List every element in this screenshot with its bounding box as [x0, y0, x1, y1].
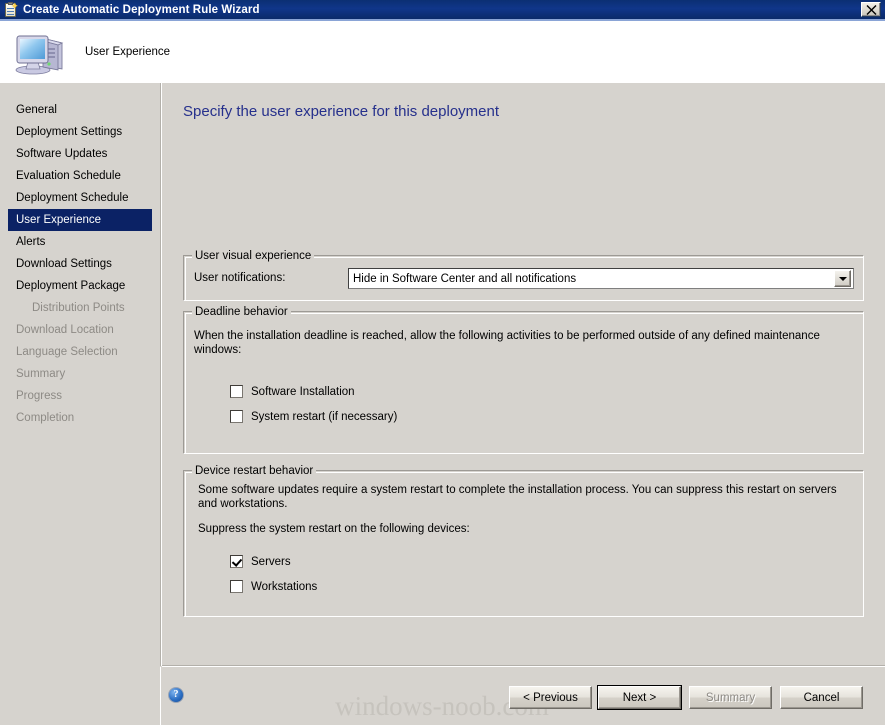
- workstations-label: Workstations: [251, 580, 318, 593]
- software-installation-checkbox-row[interactable]: Software Installation: [230, 385, 355, 398]
- wizard-content: Specify the user experience for this dep…: [162, 83, 885, 666]
- header-title: User Experience: [85, 45, 171, 58]
- summary-button: Summary: [689, 686, 772, 709]
- titlebar: ✦ Create Automatic Deployment Rule Wizar…: [0, 0, 885, 21]
- sidebar-item-deployment-package[interactable]: Deployment Package: [8, 275, 152, 297]
- deadline-behavior-group: Deadline behavior When the installation …: [183, 306, 864, 454]
- wizard-header: User Experience: [0, 21, 885, 83]
- deadline-behavior-description: When the installation deadline is reache…: [194, 330, 820, 356]
- close-icon: [866, 5, 876, 15]
- sidebar-item-summary: Summary: [16, 368, 66, 380]
- sidebar-item-software-updates[interactable]: Software Updates: [8, 143, 152, 165]
- user-notifications-label: User notifications:: [194, 272, 286, 284]
- footer-left-pane: [0, 667, 161, 725]
- wizard-clipboard-icon: ✦: [3, 1, 19, 18]
- servers-checkbox[interactable]: [230, 555, 243, 568]
- system-restart-checkbox[interactable]: [230, 410, 243, 423]
- user-notifications-select[interactable]: Hide in Software Center and all notifica…: [348, 268, 854, 289]
- device-restart-behavior-legend: Device restart behavior: [192, 465, 317, 477]
- sidebar-item-alerts[interactable]: Alerts: [8, 231, 152, 253]
- suppress-restart-prompt: Suppress the system restart on the follo…: [198, 523, 470, 535]
- servers-checkbox-row[interactable]: Servers: [230, 555, 291, 568]
- page-title: Specify the user experience for this dep…: [183, 103, 500, 120]
- help-glyph: ?: [173, 689, 179, 700]
- device-restart-description: Some software updates require a system r…: [198, 484, 837, 510]
- user-visual-experience-legend: User visual experience: [192, 250, 315, 262]
- user-notifications-value: Hide in Software Center and all notifica…: [353, 272, 577, 285]
- window-title: Create Automatic Deployment Rule Wizard: [23, 3, 260, 16]
- sidebar-item-deployment-schedule[interactable]: Deployment Schedule: [8, 187, 152, 209]
- sidebar-item-completion: Completion: [16, 412, 75, 424]
- sidebar-item-progress: Progress: [16, 390, 63, 402]
- software-installation-label: Software Installation: [251, 385, 355, 398]
- software-installation-checkbox[interactable]: [230, 385, 243, 398]
- chevron-down-icon[interactable]: [834, 270, 851, 287]
- sidebar-item-distribution-points: Distribution Points: [32, 302, 125, 314]
- sidebar-item-user-experience[interactable]: User Experience: [8, 209, 152, 231]
- system-restart-label: System restart (if necessary): [251, 410, 398, 423]
- wizard-step-list: General Deployment Settings Software Upd…: [0, 83, 160, 666]
- close-button[interactable]: [861, 2, 881, 17]
- sidebar-item-download-location: Download Location: [16, 324, 114, 336]
- wizard-window: ✦ Create Automatic Deployment Rule Wizar…: [0, 0, 885, 725]
- sidebar-item-evaluation-schedule[interactable]: Evaluation Schedule: [8, 165, 152, 187]
- servers-label: Servers: [251, 555, 291, 568]
- user-visual-experience-group: User visual experience User notification…: [183, 250, 864, 301]
- sidebar-item-general[interactable]: General: [8, 99, 152, 121]
- sidebar-item-download-settings[interactable]: Download Settings: [8, 253, 152, 275]
- sidebar-item-deployment-settings[interactable]: Deployment Settings: [8, 121, 152, 143]
- system-restart-checkbox-row[interactable]: System restart (if necessary): [230, 410, 397, 423]
- device-restart-behavior-group: Device restart behavior Some software up…: [183, 465, 864, 617]
- cancel-button[interactable]: Cancel: [780, 686, 863, 709]
- next-button[interactable]: Next >: [597, 685, 682, 710]
- wizard-body: General Deployment Settings Software Upd…: [0, 83, 885, 666]
- deadline-behavior-legend: Deadline behavior: [192, 306, 291, 318]
- sidebar-item-language-selection: Language Selection: [16, 346, 118, 358]
- computer-icon: [13, 29, 67, 75]
- workstations-checkbox-row[interactable]: Workstations: [230, 580, 317, 593]
- help-icon[interactable]: ?: [168, 687, 184, 703]
- workstations-checkbox[interactable]: [230, 580, 243, 593]
- previous-button[interactable]: < Previous: [509, 686, 592, 709]
